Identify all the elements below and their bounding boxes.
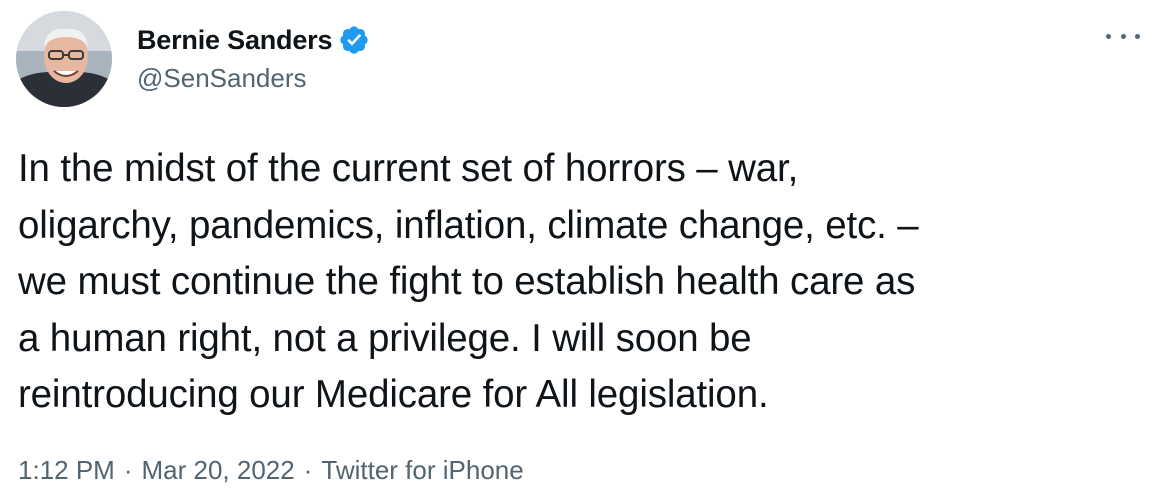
- more-dot: [1135, 33, 1140, 39]
- author-handle[interactable]: @SenSanders: [137, 63, 307, 94]
- meta-separator: ·: [303, 455, 313, 485]
- avatar[interactable]: [16, 11, 112, 107]
- meta-separator: ·: [123, 455, 133, 485]
- tweet-card: Bernie Sanders @SenSanders In the midst …: [0, 0, 1162, 500]
- tweet-text: In the midst of the current set of horro…: [18, 147, 919, 416]
- tweet-metadata: 1:12 PM · Mar 20, 2022 · Twitter for iPh…: [18, 455, 524, 486]
- more-dot: [1120, 33, 1126, 39]
- profile-photo-icon: [16, 11, 112, 107]
- more-icon[interactable]: [1106, 26, 1140, 46]
- tweet-source[interactable]: Twitter for iPhone: [321, 455, 523, 486]
- author-display-name[interactable]: Bernie Sanders: [137, 25, 332, 56]
- more-dot: [1106, 33, 1111, 39]
- author-name-row: Bernie Sanders: [137, 23, 370, 57]
- tweet-time[interactable]: 1:12 PM: [18, 455, 115, 486]
- verified-badge-icon: [338, 24, 370, 56]
- tweet-date[interactable]: Mar 20, 2022: [142, 455, 295, 486]
